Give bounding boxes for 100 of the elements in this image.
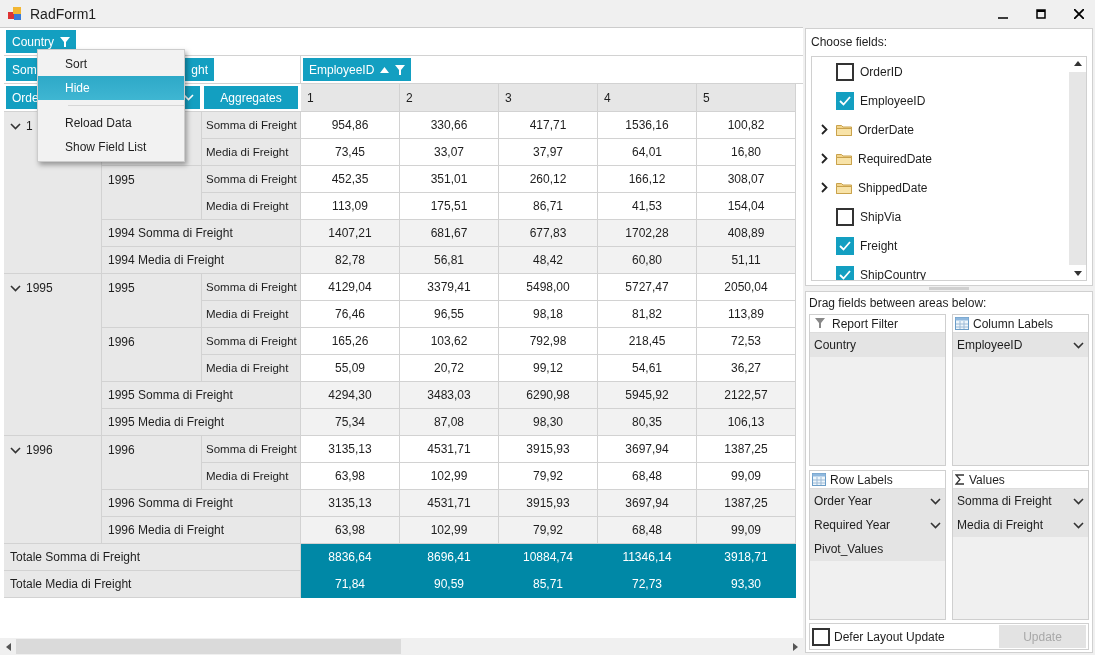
value-cell: 68,48 <box>598 463 697 490</box>
subtotal-cell: 68,48 <box>598 517 697 544</box>
app-icon <box>8 6 22 21</box>
column-header: 5 <box>697 84 796 112</box>
checkbox[interactable] <box>836 265 854 280</box>
scroll-down-icon[interactable] <box>1073 271 1082 276</box>
measure-label: Media di Freight <box>202 193 301 220</box>
value-cell: 308,07 <box>697 166 796 193</box>
value-cell: 3697,94 <box>598 436 697 463</box>
collapsed-icon[interactable] <box>820 182 828 193</box>
checkbox[interactable] <box>836 207 854 226</box>
caret-icon <box>930 497 941 505</box>
value-cell: 55,09 <box>301 355 400 382</box>
subtotal-cell: 681,67 <box>400 220 499 247</box>
value-cell: 175,51 <box>400 193 499 220</box>
row-subgroup-label: 1995 <box>108 173 135 187</box>
grand-total-cell: 10884,74 <box>499 544 598 571</box>
field-item[interactable]: ShippedDate <box>812 173 1069 202</box>
subtotal-label: 1995 Media di Freight <box>102 409 301 436</box>
subtotal-cell: 3483,03 <box>400 382 499 409</box>
field-item[interactable]: ShipVia <box>812 202 1069 231</box>
value-cell: 99,12 <box>499 355 598 382</box>
caret-icon <box>1073 521 1084 529</box>
area-field[interactable]: Pivot_Values <box>810 537 945 561</box>
subtotal-cell: 80,35 <box>598 409 697 436</box>
checkbox[interactable] <box>812 627 830 646</box>
subtotal-label: 1996 Media di Freight <box>102 517 301 544</box>
menu-item[interactable]: Reload Data <box>38 111 184 135</box>
scrollbar-thumb[interactable] <box>16 639 401 654</box>
subtotal-cell: 75,34 <box>301 409 400 436</box>
close-icon <box>1074 8 1084 19</box>
subtotal-cell: 60,80 <box>598 247 697 274</box>
column-header: 4 <box>598 84 697 112</box>
grand-total-cell: 85,71 <box>499 571 598 598</box>
checkbox[interactable] <box>836 236 854 255</box>
value-cell: 20,72 <box>400 355 499 382</box>
scroll-up-icon[interactable] <box>1073 61 1082 66</box>
value-cell: 351,01 <box>400 166 499 193</box>
row-subgroup-label: 1996 <box>108 443 135 457</box>
filter-icon <box>395 64 406 75</box>
folder-icon <box>836 181 852 194</box>
value-cell: 54,61 <box>598 355 697 382</box>
value-cell: 72,53 <box>697 328 796 355</box>
area-title: Values <box>969 472 1005 487</box>
field-item[interactable]: OrderID <box>812 57 1069 86</box>
subtotal-cell: 1407,21 <box>301 220 400 247</box>
collapsed-icon[interactable] <box>820 153 828 164</box>
scrollbar-thumb[interactable] <box>1069 72 1086 265</box>
area-field[interactable]: Media di Freight <box>953 513 1088 537</box>
field-item[interactable]: Freight <box>812 231 1069 260</box>
value-cell: 96,55 <box>400 301 499 328</box>
grand-total-cell: 90,59 <box>400 571 499 598</box>
expanded-icon[interactable] <box>10 123 21 130</box>
field-item[interactable]: EmployeeID <box>812 86 1069 115</box>
value-cell: 2050,04 <box>697 274 796 301</box>
subtotal-cell: 102,99 <box>400 517 499 544</box>
checkbox[interactable] <box>836 91 854 110</box>
measure-label: Somma di Freight <box>202 112 301 139</box>
area-field[interactable]: Required Year <box>810 513 945 537</box>
field-item[interactable]: OrderDate <box>812 115 1069 144</box>
area-field[interactable]: Order Year <box>810 489 945 513</box>
subtotal-cell: 56,81 <box>400 247 499 274</box>
value-cell: 154,04 <box>697 193 796 220</box>
area-field[interactable]: EmployeeID <box>953 333 1088 357</box>
row-subgroup-label: 1996 <box>108 335 135 349</box>
subtotal-cell: 63,98 <box>301 517 400 544</box>
area-field[interactable]: Somma di Freight <box>953 489 1088 513</box>
menu-item[interactable]: Show Field List <box>38 135 184 159</box>
value-cell: 63,98 <box>301 463 400 490</box>
grand-total-label: Totale Media di Freight <box>4 571 301 598</box>
measure-label: Somma di Freight <box>202 436 301 463</box>
subtotal-cell: 51,11 <box>697 247 796 274</box>
subtotal-cell: 5945,92 <box>598 382 697 409</box>
expanded-icon[interactable] <box>10 447 21 454</box>
area-title: Column Labels <box>973 316 1054 331</box>
area-title: Row Labels <box>830 472 893 487</box>
field-item[interactable]: RequiredDate <box>812 144 1069 173</box>
value-cell: 41,53 <box>598 193 697 220</box>
caret-icon <box>1073 497 1084 505</box>
subtotal-cell: 1702,28 <box>598 220 697 247</box>
menu-item[interactable]: Sort <box>38 52 184 76</box>
caret-icon <box>930 521 941 529</box>
subtotal-label: 1996 Somma di Freight <box>102 490 301 517</box>
filter-icon <box>60 36 71 47</box>
checkbox[interactable] <box>836 62 854 81</box>
splitter-grip[interactable] <box>929 287 969 290</box>
area-field[interactable]: Country <box>810 333 945 357</box>
value-cell: 1387,25 <box>697 436 796 463</box>
filter-icon <box>815 317 825 328</box>
expanded-icon[interactable] <box>10 285 21 292</box>
value-cell: 33,07 <box>400 139 499 166</box>
value-cell: 81,82 <box>598 301 697 328</box>
collapsed-icon[interactable] <box>820 124 828 135</box>
sigma-icon <box>955 474 965 485</box>
area-title: Report Filter <box>832 316 899 331</box>
subtotal-cell: 98,30 <box>499 409 598 436</box>
value-cell: 86,71 <box>499 193 598 220</box>
value-cell: 36,27 <box>697 355 796 382</box>
subtotal-cell: 79,92 <box>499 517 598 544</box>
grand-total-label: Totale Somma di Freight <box>4 544 301 571</box>
